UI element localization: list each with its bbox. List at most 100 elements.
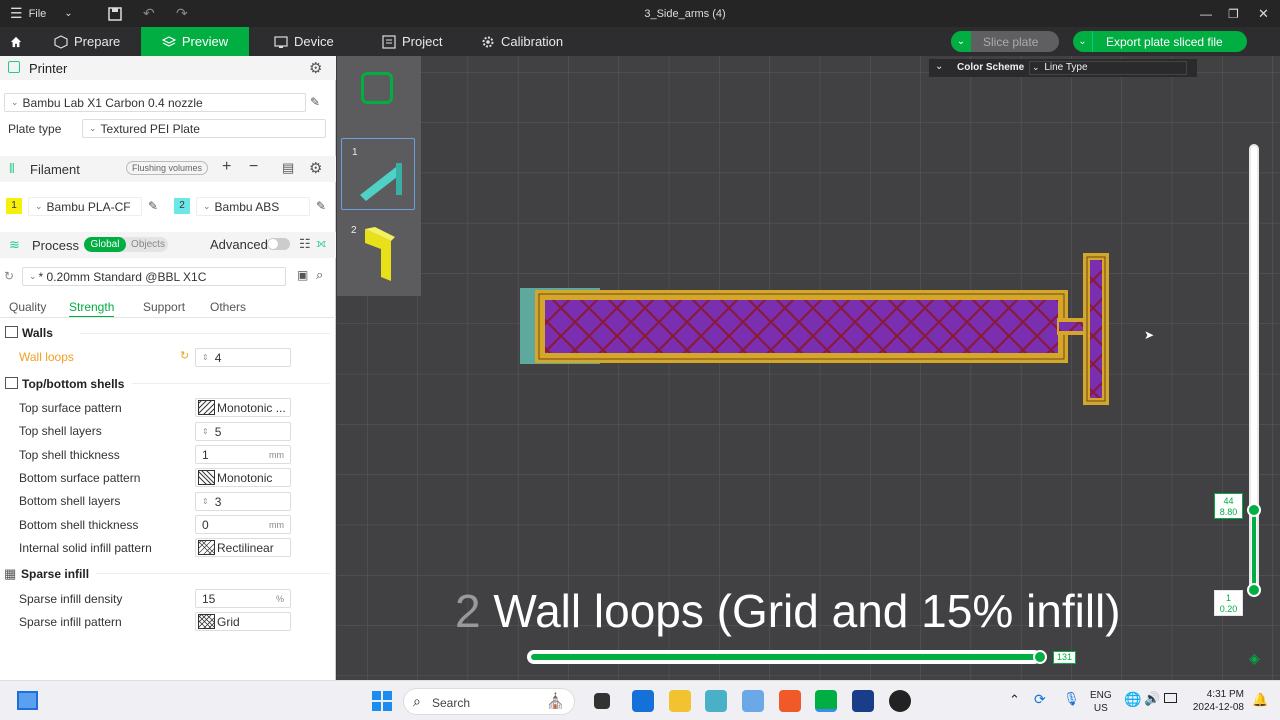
network-icon[interactable]: 🌐 xyxy=(1124,691,1141,708)
sync-icon[interactable]: ⟳ xyxy=(1034,691,1046,708)
filament-1-select[interactable]: ⌄ Bambu PLA-CF xyxy=(28,197,142,216)
color-scheme-bar[interactable]: ⌄ Color Scheme ⌄ Line Type xyxy=(929,59,1197,77)
tab-preview[interactable]: Preview xyxy=(141,27,249,56)
layer-slider-range xyxy=(1252,509,1256,590)
remove-filament-icon[interactable]: − xyxy=(249,158,258,176)
3d-preview-viewport[interactable]: 1 2 ⌄ Color Scheme ⌄ Line Type ➤ 2 Wall … xyxy=(337,56,1280,680)
tab-prepare-label: Prepare xyxy=(74,34,121,49)
chevron-up-icon[interactable]: ⌃ xyxy=(1009,692,1020,708)
list-view-icon[interactable]: ☷ xyxy=(299,236,311,252)
gear-icon[interactable]: ⚙ xyxy=(309,59,322,77)
bottom-shell-layers-input[interactable]: ⇕ 3 xyxy=(195,492,291,511)
battery-icon[interactable] xyxy=(1164,693,1177,703)
tab-calibration[interactable]: Calibration xyxy=(471,27,573,56)
maximize-icon[interactable]: ❐ xyxy=(1228,0,1239,27)
objects-toggle[interactable]: Objects xyxy=(128,237,168,252)
tab-quality[interactable]: Quality xyxy=(9,300,46,314)
filament-1-swatch[interactable]: 1 xyxy=(6,198,22,214)
internal-solid-infill-label: Internal solid infill pattern xyxy=(19,541,152,555)
plate-type-label: Plate type xyxy=(8,122,62,136)
slice-stats-icon[interactable] xyxy=(361,72,393,104)
language-indicator[interactable]: ENG US xyxy=(1090,689,1112,715)
close-icon[interactable]: ✕ xyxy=(1258,0,1269,27)
top-shell-layers-label: Top shell layers xyxy=(19,424,102,438)
edit-icon[interactable]: ✎ xyxy=(310,95,320,109)
search-icon[interactable]: ⌕ xyxy=(316,267,323,283)
collapse-icon[interactable]: ⌄ xyxy=(935,61,943,72)
tab-prepare[interactable]: Prepare xyxy=(44,27,130,56)
top-shell-layers-input[interactable]: ⇕ 5 xyxy=(195,422,291,441)
compare-icon[interactable]: ⟗ xyxy=(316,236,327,251)
slice-plate-label: Slice plate xyxy=(983,34,1039,49)
bottom-shell-thickness-label: Bottom shell thickness xyxy=(19,518,139,532)
advanced-switch[interactable] xyxy=(267,238,290,250)
obs-icon[interactable] xyxy=(889,690,911,712)
object-infill xyxy=(545,300,1058,353)
printer-select[interactable]: ⌄ Bambu Lab X1 Carbon 0.4 nozzle xyxy=(4,93,306,112)
slice-plate-button[interactable]: ⌄ Slice plate xyxy=(951,31,1059,52)
internal-solid-infill-select[interactable]: Rectilinear xyxy=(195,538,291,557)
save-preset-icon[interactable]: ▣ xyxy=(297,268,308,282)
photos-icon[interactable] xyxy=(742,690,764,712)
scope-toggle[interactable]: Global Objects xyxy=(84,237,168,252)
keyboard-app-icon[interactable] xyxy=(705,690,727,712)
gear-icon[interactable]: ⚙ xyxy=(309,159,322,177)
tab-support[interactable]: Support xyxy=(143,300,185,314)
layer-slider-bottom-handle[interactable] xyxy=(1247,583,1261,597)
wall-loops-input[interactable]: ⇕ 4 xyxy=(195,348,291,367)
brave-browser-icon[interactable] xyxy=(779,690,801,712)
color-scheme-select[interactable]: ⌄ Line Type xyxy=(1029,61,1187,75)
sparse-pattern-label: Sparse infill pattern xyxy=(19,615,122,629)
home-button[interactable] xyxy=(0,27,32,56)
unit-mm: mm xyxy=(269,519,284,530)
mail-icon[interactable] xyxy=(632,690,654,712)
filament-2-select[interactable]: ⌄ Bambu ABS xyxy=(196,197,310,216)
advanced-label: Advanced xyxy=(210,237,268,252)
language-code: ENG xyxy=(1090,690,1112,701)
edit-icon[interactable]: ✎ xyxy=(316,199,326,213)
color-scheme-value: Line Type xyxy=(1044,62,1088,73)
reset-icon[interactable]: ↻ xyxy=(4,269,14,283)
tab-device[interactable]: Device xyxy=(264,27,344,56)
clock[interactable]: 4:31 PM 2024-12-08 xyxy=(1188,688,1244,714)
process-preset-name: * 0.20mm Standard @BBL X1C xyxy=(38,269,207,284)
filament-sync-icon[interactable]: ▤ xyxy=(282,160,294,176)
bambu-studio-icon[interactable] xyxy=(815,690,837,712)
add-filament-icon[interactable]: + xyxy=(222,158,231,176)
bottom-surface-pattern-select[interactable]: Monotonic xyxy=(195,468,291,487)
process-preset-select[interactable]: ⌄ * 0.20mm Standard @BBL X1C xyxy=(22,267,286,286)
bottom-shell-thickness-input[interactable]: 0 mm xyxy=(195,515,291,534)
reset-icon[interactable]: ↻ xyxy=(180,349,189,362)
volume-icon[interactable]: 🔊 xyxy=(1144,691,1160,707)
plate-2-thumbnail[interactable]: 2 xyxy=(341,219,415,291)
clock-time: 4:31 PM xyxy=(1206,689,1244,700)
move-slider-handle[interactable] xyxy=(1033,650,1047,664)
sparse-pattern-select[interactable]: Grid xyxy=(195,612,291,631)
export-plate-button[interactable]: ⌄ Export plate sliced file xyxy=(1073,31,1247,52)
plate-1-thumbnail[interactable]: 1 xyxy=(341,138,415,210)
notification-bell-icon[interactable]: 🔔 xyxy=(1252,692,1268,708)
tab-strength[interactable]: Strength xyxy=(69,300,115,318)
show-desktop-icon[interactable] xyxy=(17,691,38,710)
tab-others[interactable]: Others xyxy=(210,300,246,314)
start-button-icon[interactable] xyxy=(372,691,392,711)
minimize-icon[interactable]: — xyxy=(1200,0,1212,27)
plate-type-select[interactable]: ⌄ Textured PEI Plate xyxy=(82,119,326,138)
filament-2-swatch[interactable]: 2 xyxy=(174,198,190,214)
microphone-icon[interactable]: 🎙 xyxy=(1063,691,1080,707)
task-view-icon[interactable] xyxy=(594,693,610,709)
edit-icon[interactable]: ✎ xyxy=(148,199,158,213)
sparse-density-input[interactable]: 15 % xyxy=(195,589,291,608)
taskbar-search[interactable]: ⌕ Search ⛪ xyxy=(403,688,575,715)
layer-slider-top-handle[interactable] xyxy=(1247,502,1261,517)
top-surface-pattern-select[interactable]: Monotonic ... xyxy=(195,398,291,417)
tab-project[interactable]: Project xyxy=(372,27,452,56)
wall-loops-value: 4 xyxy=(214,350,222,365)
global-toggle[interactable]: Global xyxy=(84,237,126,252)
file-explorer-icon[interactable] xyxy=(669,690,691,712)
video-editor-icon[interactable] xyxy=(852,690,874,712)
top-shell-thickness-input[interactable]: 1 mm xyxy=(195,445,291,464)
flushing-volumes-button[interactable]: Flushing volumes xyxy=(126,161,209,175)
layers-icon[interactable]: ◈ xyxy=(1249,650,1260,667)
bottom-shell-layers-value: 3 xyxy=(214,494,222,509)
